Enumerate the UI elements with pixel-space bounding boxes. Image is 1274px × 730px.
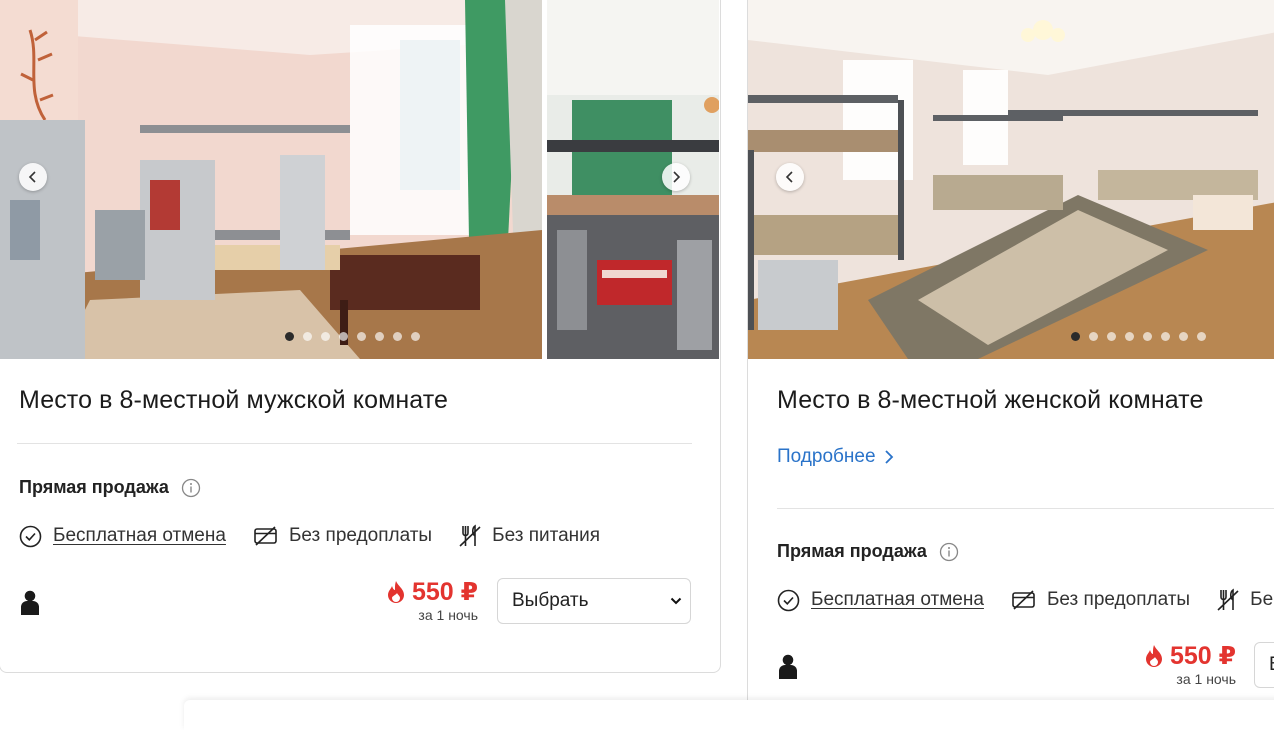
- divider: [17, 443, 692, 444]
- free-cancel-link[interactable]: Бесплатная отмена: [811, 589, 984, 611]
- carousel-dot[interactable]: [1197, 332, 1206, 341]
- free-cancel-link[interactable]: Бесплатная отмена: [53, 525, 226, 547]
- more-details-link[interactable]: Подробнее: [777, 446, 894, 468]
- fork-knife-icon: [1217, 588, 1239, 611]
- room-features: Бесплатная отмена Без предоплаты Бе: [777, 588, 1274, 612]
- feature-no-prepay: Без предоплаты: [253, 525, 432, 547]
- chevron-right-icon: [884, 450, 893, 464]
- carousel-dot[interactable]: [1071, 332, 1080, 341]
- carousel-dot[interactable]: [1107, 332, 1116, 341]
- room-card-male: Место в 8-местной мужской комнате Прямая…: [0, 0, 721, 673]
- price-block: 550 ₽ за 1 ночь: [1118, 641, 1236, 687]
- carousel-dot[interactable]: [1125, 332, 1134, 341]
- check-circle-icon: [19, 525, 42, 547]
- room-title[interactable]: Место в 8-местной мужской комнате: [19, 386, 448, 415]
- select-dropdown[interactable]: В: [1254, 642, 1274, 688]
- carousel-dot[interactable]: [339, 332, 348, 341]
- carousel-dot[interactable]: [285, 332, 294, 341]
- no-meal-text: Без питания: [492, 525, 601, 546]
- select-value: В: [1269, 654, 1274, 676]
- price: 550 ₽: [360, 577, 478, 607]
- fork-knife-icon: [459, 524, 481, 547]
- info-icon[interactable]: [939, 542, 959, 562]
- room-photo-main[interactable]: [0, 0, 542, 359]
- carousel-dot[interactable]: [321, 332, 330, 341]
- feature-free-cancel: Бесплатная отмена: [19, 525, 226, 548]
- room-photo-image: [547, 0, 719, 359]
- feature-no-meal: Без питания: [459, 524, 600, 548]
- price-value: 550 ₽: [411, 578, 478, 606]
- fire-icon: [1145, 645, 1162, 667]
- carousel-dot[interactable]: [375, 332, 384, 341]
- chevron-left-icon: [785, 171, 793, 183]
- no-prepay-text: Без предоплаты: [1046, 589, 1191, 610]
- carousel-dot[interactable]: [1161, 332, 1170, 341]
- price: 550 ₽: [1118, 641, 1236, 671]
- no-card-icon: [254, 526, 277, 546]
- room-photo-image: [0, 0, 542, 359]
- carousel-prev-button[interactable]: [19, 163, 47, 191]
- info-icon[interactable]: [181, 478, 201, 498]
- feature-no-meal: Бе: [1217, 588, 1273, 612]
- direct-sale-text: Прямая продажа: [19, 477, 169, 497]
- carousel-dots: [285, 332, 420, 341]
- carousel-dots: [1071, 332, 1206, 341]
- bottom-bar: [184, 700, 1274, 730]
- chevron-left-icon: [28, 171, 36, 183]
- select-dropdown[interactable]: Выбрать: [497, 578, 691, 624]
- carousel-dot[interactable]: [393, 332, 402, 341]
- room-title[interactable]: Место в 8-местной женской комнате: [777, 386, 1203, 415]
- price-block: 550 ₽ за 1 ночь: [360, 577, 478, 623]
- carousel-next-button[interactable]: [662, 163, 690, 191]
- person-icon: [779, 654, 797, 679]
- direct-sale-label: Прямая продажа: [19, 477, 201, 498]
- carousel-dot[interactable]: [1179, 332, 1188, 341]
- no-prepay-text: Без предоплаты: [288, 525, 433, 546]
- more-details-text: Подробнее: [777, 446, 876, 467]
- no-meal-text: Бе: [1250, 589, 1274, 610]
- carousel-dot[interactable]: [1143, 332, 1152, 341]
- price-value: 550 ₽: [1169, 642, 1236, 670]
- carousel-dot[interactable]: [411, 332, 420, 341]
- person-icon: [21, 590, 39, 615]
- room-features: Бесплатная отмена Без предоплаты Без пит…: [19, 524, 627, 548]
- direct-sale-text: Прямая продажа: [777, 541, 927, 561]
- room-card-female: Место в 8-местной женской комнате Подроб…: [747, 0, 1274, 730]
- chevron-down-icon: [670, 597, 682, 605]
- per-night-label: за 1 ночь: [418, 607, 478, 623]
- carousel-dot[interactable]: [1089, 332, 1098, 341]
- no-card-icon: [1012, 590, 1035, 610]
- room-photo-secondary[interactable]: [547, 0, 719, 359]
- divider: [777, 508, 1274, 509]
- check-circle-icon: [777, 589, 800, 611]
- feature-free-cancel: Бесплатная отмена: [777, 589, 984, 612]
- carousel-dot[interactable]: [357, 332, 366, 341]
- fire-icon: [387, 581, 404, 603]
- carousel-dot[interactable]: [303, 332, 312, 341]
- feature-no-prepay: Без предоплаты: [1011, 589, 1190, 611]
- room-photo-main[interactable]: [748, 0, 1274, 359]
- direct-sale-label: Прямая продажа: [777, 541, 959, 562]
- chevron-right-icon: [673, 171, 681, 183]
- carousel-prev-button[interactable]: [776, 163, 804, 191]
- select-value: Выбрать: [512, 590, 589, 611]
- room-photo-image: [748, 0, 1274, 359]
- per-night-label: за 1 ночь: [1176, 671, 1236, 687]
